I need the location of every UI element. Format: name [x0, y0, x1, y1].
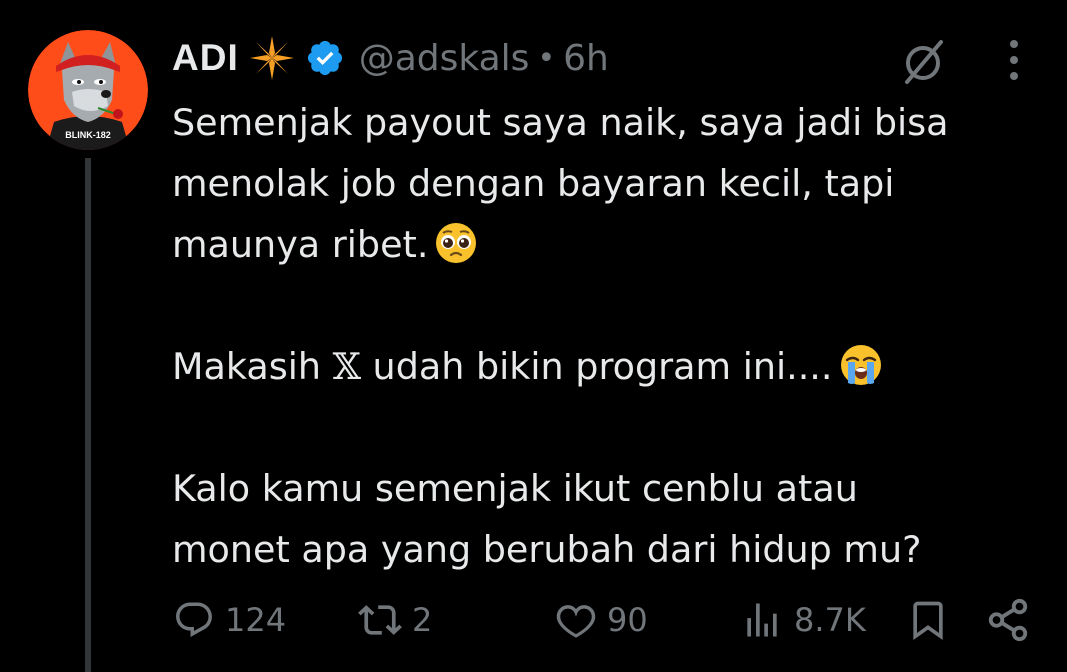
share-icon: [988, 598, 1028, 642]
tweet-line: maunya ribet.: [172, 214, 1052, 275]
bookmark-icon: [913, 601, 943, 641]
user-handle[interactable]: @adskals: [359, 38, 530, 79]
tweet-line-text: udah bikin program ini....: [360, 345, 833, 388]
reply-button[interactable]: 124: [173, 590, 286, 650]
grok-icon[interactable]: [897, 36, 949, 88]
action-bar: 124 2 90 8.7K: [0, 590, 1067, 650]
tweet-line-text: maunya ribet.: [172, 223, 429, 266]
tweet-line: Makasih 𝕏 udah bikin program ini....: [172, 336, 1052, 397]
avatar-shirt-text: BLINK-182: [65, 130, 111, 140]
tweet-line: Semenjak payout saya naik, saya jadi bis…: [172, 101, 949, 144]
views-count: 8.7K: [794, 601, 866, 639]
like-button[interactable]: 90: [555, 590, 648, 650]
heart-icon: [556, 605, 596, 638]
avatar[interactable]: BLINK-182: [28, 30, 148, 150]
x-logo-glyph: 𝕏: [332, 345, 361, 388]
reply-count: 124: [225, 601, 287, 639]
separator-dot: •: [537, 40, 556, 76]
bookmark-button[interactable]: [906, 590, 950, 650]
views-chart-icon: [747, 603, 777, 637]
loudly-crying-face-emoji-icon: [840, 345, 881, 385]
more-options-icon[interactable]: [994, 36, 1034, 86]
repost-icon: [358, 605, 402, 635]
tweet-line: menolak job dengan bayaran kecil, tapi: [172, 162, 895, 205]
like-count: 90: [607, 601, 648, 639]
tweet-line: monet apa yang berubah dari hidup mu?: [172, 528, 922, 571]
pleading-face-emoji-icon: [436, 223, 477, 263]
reply-icon: [176, 602, 212, 637]
tweet[interactable]: BLINK-182 ADI @adskals • 6h Semenjak pay…: [0, 0, 1067, 672]
repost-button[interactable]: 2: [358, 590, 432, 650]
wolf-avatar-icon: BLINK-182: [28, 30, 148, 150]
tweet-text: Semenjak payout saya naik, saya jadi bis…: [172, 92, 1052, 580]
timestamp[interactable]: 6h: [563, 38, 609, 79]
repost-count: 2: [412, 601, 433, 639]
display-name[interactable]: ADI: [172, 37, 239, 79]
views-button[interactable]: 8.7K: [740, 590, 866, 650]
tweet-header: ADI @adskals • 6h: [172, 30, 609, 86]
star-badge-icon: [249, 36, 294, 80]
share-button[interactable]: [985, 590, 1031, 650]
tweet-line: Kalo kamu semenjak ikut cenblu atau: [172, 467, 858, 510]
tweet-line-text: Makasih: [172, 345, 333, 388]
verified-badge-icon[interactable]: [305, 38, 345, 78]
